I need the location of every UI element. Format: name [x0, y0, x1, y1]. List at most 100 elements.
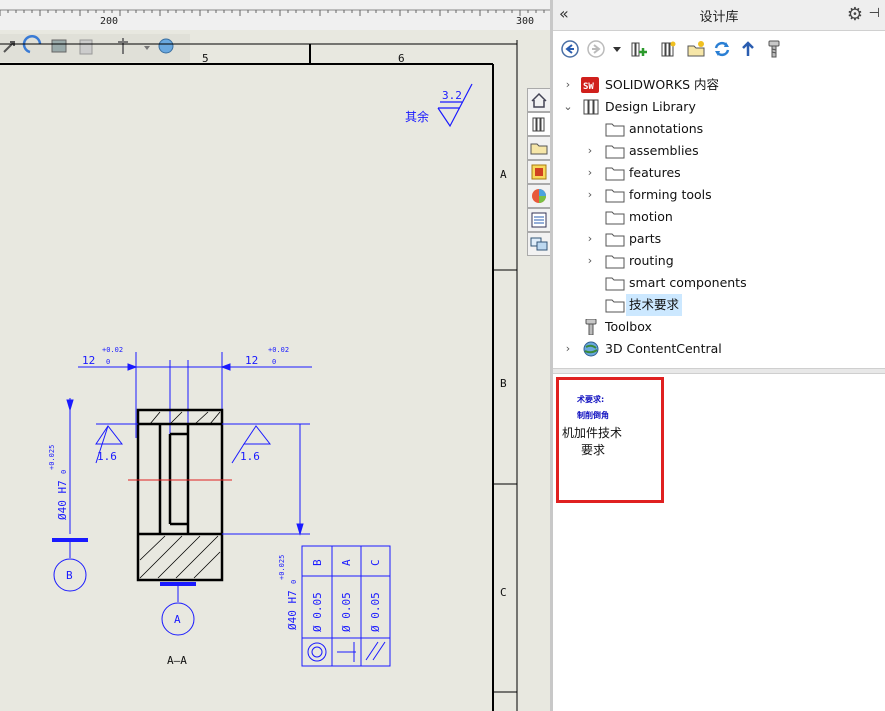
- ruler-label-200: 200: [100, 16, 118, 27]
- new-folder-icon: [687, 41, 705, 57]
- create-new-folder-button[interactable]: [685, 38, 707, 60]
- diameter-tol-upper: +0.025: [48, 445, 56, 470]
- tree-item-label: routing: [629, 253, 674, 268]
- chevron-right-icon[interactable]: ›: [585, 140, 595, 162]
- diameter-dimension[interactable]: Ø40 H7 +0.025 0: [48, 398, 310, 536]
- forum-icon: [530, 237, 548, 251]
- chevron-right-icon[interactable]: ›: [585, 162, 595, 184]
- dim-right-tol-upper: +0.02: [268, 346, 289, 354]
- tree-item-label: assemblies: [629, 143, 699, 158]
- tree-item-label: smart components: [629, 275, 747, 290]
- tab-appearances[interactable]: [527, 184, 551, 208]
- back-arrow-icon: [561, 40, 579, 58]
- heads-up-toolbar[interactable]: [0, 34, 190, 62]
- up-one-level-button[interactable]: [737, 38, 759, 60]
- datum-b-label: B: [66, 569, 73, 582]
- pane-title: 设计库: [699, 10, 739, 25]
- datum-b-symbol[interactable]: B: [52, 538, 88, 592]
- chevron-down-icon[interactable]: ⌄: [563, 96, 573, 118]
- parallelism-icon: [365, 641, 386, 661]
- globe-icon: [583, 341, 599, 364]
- table-datum-c: C: [369, 559, 382, 566]
- back-button[interactable]: [559, 38, 581, 60]
- diameter-tol-lower: 0: [60, 470, 68, 474]
- tab-custom-properties[interactable]: [527, 208, 551, 232]
- tab-file-explorer[interactable]: [527, 136, 551, 160]
- tree-item-design-library[interactable]: ⌄ Design Library: [553, 96, 885, 118]
- tree-item-features[interactable]: › features: [553, 162, 885, 184]
- tree-item-annotations[interactable]: annotations: [553, 118, 885, 140]
- tree-item-label: motion: [629, 209, 673, 224]
- roughness-right-value: 1.6: [240, 450, 260, 463]
- tab-design-library[interactable]: [527, 112, 551, 136]
- forward-button[interactable]: [585, 38, 607, 60]
- technical-requirements-item[interactable]: 术要求: 制削倒角 机加件技术 要求: [556, 377, 664, 503]
- display-style-icon[interactable]: [51, 39, 67, 53]
- tree-item-label: parts: [629, 231, 662, 246]
- horizontal-ruler: 200 300: [0, 0, 550, 30]
- pin-icon[interactable]: ⊣: [869, 6, 880, 21]
- tree-item-smart-components[interactable]: smart components: [553, 272, 885, 294]
- library-preview-panel: 术要求: 制削倒角 机加件技术 要求: [553, 374, 885, 711]
- drawing-canvas[interactable]: 5 6 A B C 其余 3.2 12 +0.02 0 12 +0.02 0 1…: [0, 30, 550, 711]
- part-outline[interactable]: [136, 408, 224, 582]
- add-file-location-icon: [661, 41, 676, 57]
- tree-item-label: 技术要求: [626, 294, 683, 316]
- add-file-location-button[interactable]: [657, 38, 679, 60]
- section-view-icon[interactable]: [79, 39, 93, 55]
- add-to-library-button[interactable]: [629, 38, 651, 60]
- item-name-line-2: 要求: [581, 443, 606, 457]
- table-tol-upper: +0.025: [278, 555, 286, 580]
- chevron-right-icon[interactable]: ›: [563, 338, 573, 360]
- chevron-right-icon[interactable]: ›: [585, 184, 595, 206]
- pane-toolbar: [553, 32, 885, 66]
- datum-a-symbol[interactable]: A: [160, 582, 196, 636]
- appearances-icon: [532, 189, 546, 203]
- tree-item-solidworks-content[interactable]: › SW SOLIDWORKS 内容: [553, 74, 885, 96]
- general-roughness-symbol[interactable]: 其余 3.2: [405, 83, 473, 128]
- table-datum-a: A: [340, 559, 353, 566]
- tree-item-toolbox[interactable]: Toolbox: [553, 316, 885, 338]
- table-tol-lower: 0: [290, 580, 298, 584]
- circular-runout-icon: [307, 642, 327, 662]
- section-label: A–A: [167, 654, 187, 667]
- chevron-right-icon[interactable]: ›: [585, 228, 595, 250]
- table-value-c: Ø 0.05: [369, 592, 382, 632]
- roughness-value: 3.2: [442, 89, 462, 102]
- tab-home[interactable]: [527, 88, 551, 112]
- tree-item-label: Design Library: [605, 99, 696, 114]
- datum-a-label: A: [174, 613, 181, 626]
- refresh-button[interactable]: [711, 38, 733, 60]
- table-datum-b: B: [311, 559, 324, 566]
- pane-header: « 设计库 ⚙ ⊣: [553, 0, 885, 31]
- appearance-globe-icon[interactable]: [158, 38, 174, 54]
- tree-item-label: Toolbox: [605, 319, 652, 334]
- tab-view-palette[interactable]: [527, 160, 551, 184]
- tree-item-parts[interactable]: › parts: [553, 228, 885, 250]
- forward-arrow-icon: [587, 40, 605, 58]
- history-dropdown-button[interactable]: [611, 38, 623, 60]
- dim-right-tol-lower: 0: [272, 358, 276, 366]
- custom-properties-icon: [531, 212, 547, 228]
- home-icon: [531, 92, 547, 108]
- tolerance-table[interactable]: Ø40 H7 +0.025 0 B A C Ø 0.05 Ø 0.05 Ø 0.…: [278, 545, 391, 667]
- tab-forum[interactable]: [527, 232, 551, 256]
- tree-item-3d-contentcentral[interactable]: › 3D ContentCentral: [553, 338, 885, 360]
- folder-icon: [530, 143, 548, 155]
- toolbox-button[interactable]: [763, 38, 785, 60]
- up-arrow-icon: [742, 41, 754, 56]
- drawing-sheet[interactable]: 5 6 A B C 其余 3.2 12 +0.02 0 12 +0.02 0 1…: [0, 30, 550, 711]
- gear-icon[interactable]: ⚙: [847, 4, 863, 25]
- ruler-scale: 200 300: [0, 9, 550, 27]
- tree-item-motion[interactable]: motion: [553, 206, 885, 228]
- tree-item-forming-tools[interactable]: › forming tools: [553, 184, 885, 206]
- tree-item-assemblies[interactable]: › assemblies: [553, 140, 885, 162]
- toolbox-bolt-icon: [768, 40, 780, 58]
- tree-item-technical-requirements[interactable]: 技术要求: [553, 294, 885, 316]
- roughness-right-symbol[interactable]: 1.6: [222, 423, 310, 464]
- chevron-right-icon[interactable]: ›: [563, 74, 573, 96]
- view-palette-icon: [531, 164, 547, 180]
- chevron-right-icon[interactable]: ›: [585, 250, 595, 272]
- roughness-left-symbol[interactable]: 1.6: [95, 423, 138, 464]
- tree-item-routing[interactable]: › routing: [553, 250, 885, 272]
